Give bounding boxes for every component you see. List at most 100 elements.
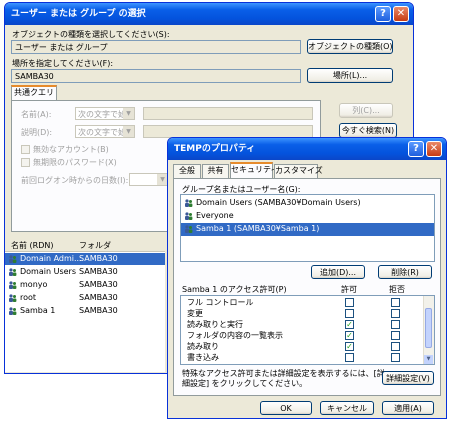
- list-item[interactable]: Samba 1 (SAMBA30¥Samba 1): [181, 223, 434, 236]
- tab-1[interactable]: 共有: [202, 164, 229, 178]
- permission-row: 変更: [181, 308, 434, 319]
- name-match-combo[interactable]: 次の文字で始 ▼: [75, 107, 135, 120]
- permission-name: 変更: [187, 309, 203, 318]
- group-icon: [185, 224, 193, 233]
- group-icon: [9, 306, 17, 315]
- allow-checkbox[interactable]: [345, 353, 354, 362]
- tab-label: 共有: [207, 166, 224, 175]
- close-icon[interactable]: ✕: [393, 6, 409, 22]
- deny-header: 拒否: [389, 285, 405, 294]
- list-item[interactable]: Domain Users (SAMBA30¥Domain Users): [181, 197, 434, 210]
- tab-0[interactable]: 全般: [173, 164, 201, 178]
- columns-button[interactable]: 列(C)...: [339, 103, 393, 118]
- table-row[interactable]: Domain Admi... SAMBA30: [5, 253, 165, 265]
- disabled-accounts-checkbox[interactable]: [21, 145, 30, 154]
- cancel-button[interactable]: キャンセル: [320, 401, 374, 415]
- deny-checkbox[interactable]: [391, 353, 400, 362]
- result-name: monyo: [20, 280, 48, 289]
- temp-properties-dialog: TEMPのプロパティ ? ✕ 全般 共有 セキュリティ カスタマイズ グループ名または…: [167, 137, 447, 419]
- advanced-button[interactable]: 詳細設定(V): [382, 371, 434, 385]
- deny-checkbox[interactable]: [391, 298, 400, 307]
- table-row[interactable]: root SAMBA30: [5, 292, 165, 304]
- tab-3[interactable]: カスタマイズ: [274, 164, 323, 178]
- help-icon[interactable]: ?: [408, 141, 424, 157]
- table-row[interactable]: Samba 1 SAMBA30: [5, 305, 165, 317]
- tab-label: セキュリティ: [231, 165, 279, 174]
- tab-label: カスタマイズ: [275, 166, 323, 175]
- deny-checkbox[interactable]: [391, 320, 400, 329]
- principal-name: Everyone: [196, 211, 234, 220]
- results-header-name[interactable]: 名前 (RDN): [11, 240, 54, 251]
- group-icon: [9, 293, 17, 302]
- principal-name: Samba 1 (SAMBA30¥Samba 1): [196, 224, 320, 233]
- no-expire-password-label: 無期限のパスワード(X): [33, 158, 117, 167]
- allow-checkbox[interactable]: ✓: [345, 320, 354, 329]
- tab-common-query[interactable]: 共通クエリ: [11, 85, 57, 101]
- select-dialog-title: ユーザー または グループ の選択: [11, 9, 146, 19]
- description-label: 説明(D):: [21, 128, 53, 137]
- locations-button[interactable]: 場所(L)...: [307, 68, 393, 83]
- results-list: Domain Admi... SAMBA30 Domain Users SAMBA30…: [5, 252, 165, 372]
- location-label: 場所を指定してください(F):: [12, 59, 114, 68]
- allow-checkbox[interactable]: [345, 298, 354, 307]
- permissions-label: Samba 1 のアクセス許可(P): [182, 285, 287, 294]
- add-button[interactable]: 追加(D)...: [311, 265, 365, 279]
- deny-checkbox[interactable]: [391, 331, 400, 340]
- result-folder: SAMBA30: [79, 293, 118, 302]
- permission-row: 読み取りと実行 ✓: [181, 319, 434, 330]
- result-name: Domain Users: [20, 267, 76, 276]
- scroll-down-icon[interactable]: ▼: [424, 355, 433, 364]
- tab-common-query-label: 共通クエリ: [14, 88, 54, 97]
- description-match-combo[interactable]: 次の文字で始 ▼: [75, 125, 135, 138]
- select-dialog-titlebar[interactable]: ユーザー または グループ の選択: [5, 3, 413, 25]
- group-icon: [9, 280, 17, 289]
- group-icon: [9, 267, 17, 276]
- advanced-hint-2: 細設定] をクリックしてください。: [182, 379, 308, 388]
- permission-name: 読み取り: [187, 342, 219, 351]
- permission-row: 書き込み: [181, 352, 434, 363]
- permissions-scrollbar[interactable]: ▼: [423, 296, 434, 364]
- permission-name: 読み取りと実行: [187, 320, 243, 329]
- table-row[interactable]: Domain Users SAMBA30: [5, 266, 165, 278]
- last-logon-label: 前回ログオン時からの日数(I):: [21, 176, 129, 185]
- tab-2[interactable]: セキュリティ: [230, 162, 279, 178]
- allow-checkbox[interactable]: ✓: [345, 342, 354, 351]
- permission-row: フォルダの内容の一覧表示 ✓: [181, 330, 434, 341]
- tab-label: 全般: [179, 166, 195, 175]
- permissions-list[interactable]: フル コントロール 変更 読み取りと実行 ✓ フォルダの内容の一覧表示 ✓ 読み取り ✓ 書き込…: [180, 295, 435, 365]
- list-item[interactable]: Everyone: [181, 210, 434, 223]
- last-logon-combo[interactable]: ▼: [129, 173, 169, 186]
- apply-button[interactable]: 適用(A): [382, 401, 434, 415]
- object-type-label: オブジェクトの種類を選択してください(S):: [12, 30, 170, 39]
- props-dialog-titlebar[interactable]: TEMPのプロパティ: [168, 138, 446, 160]
- object-types-button[interactable]: オブジェクトの種類(O)...: [307, 39, 393, 54]
- object-type-field: ユーザー または グループ: [11, 40, 301, 54]
- principals-list[interactable]: Domain Users (SAMBA30¥Domain Users) Every…: [180, 194, 435, 262]
- result-name: root: [20, 293, 37, 302]
- no-expire-password-checkbox[interactable]: [21, 158, 30, 167]
- permission-name: フォルダの内容の一覧表示: [187, 331, 283, 340]
- group-icon: [185, 198, 193, 207]
- permission-row: フル コントロール: [181, 297, 434, 308]
- principal-name: Domain Users (SAMBA30¥Domain Users): [196, 198, 361, 207]
- deny-checkbox[interactable]: [391, 309, 400, 318]
- results-header-folder[interactable]: フォルダ: [79, 240, 111, 251]
- result-folder: SAMBA30: [79, 254, 118, 263]
- deny-checkbox[interactable]: [391, 342, 400, 351]
- allow-checkbox[interactable]: [345, 309, 354, 318]
- group-icon: [185, 211, 193, 220]
- name-label: 名前(A):: [21, 110, 52, 119]
- allow-checkbox[interactable]: ✓: [345, 331, 354, 340]
- result-folder: SAMBA30: [79, 267, 118, 276]
- props-dialog-title: TEMPのプロパティ: [174, 144, 256, 154]
- help-icon[interactable]: ?: [375, 6, 391, 22]
- table-row[interactable]: monyo SAMBA30: [5, 279, 165, 291]
- search-now-button[interactable]: 今すぐ検索(N): [339, 123, 397, 138]
- ok-button[interactable]: OK: [260, 401, 312, 415]
- remove-button[interactable]: 削除(R): [378, 265, 432, 279]
- close-icon[interactable]: ✕: [426, 141, 442, 157]
- scroll-thumb[interactable]: [425, 308, 432, 348]
- permission-row: 読み取り ✓: [181, 341, 434, 352]
- chevron-down-icon: ▼: [123, 126, 134, 137]
- name-input[interactable]: [143, 107, 313, 120]
